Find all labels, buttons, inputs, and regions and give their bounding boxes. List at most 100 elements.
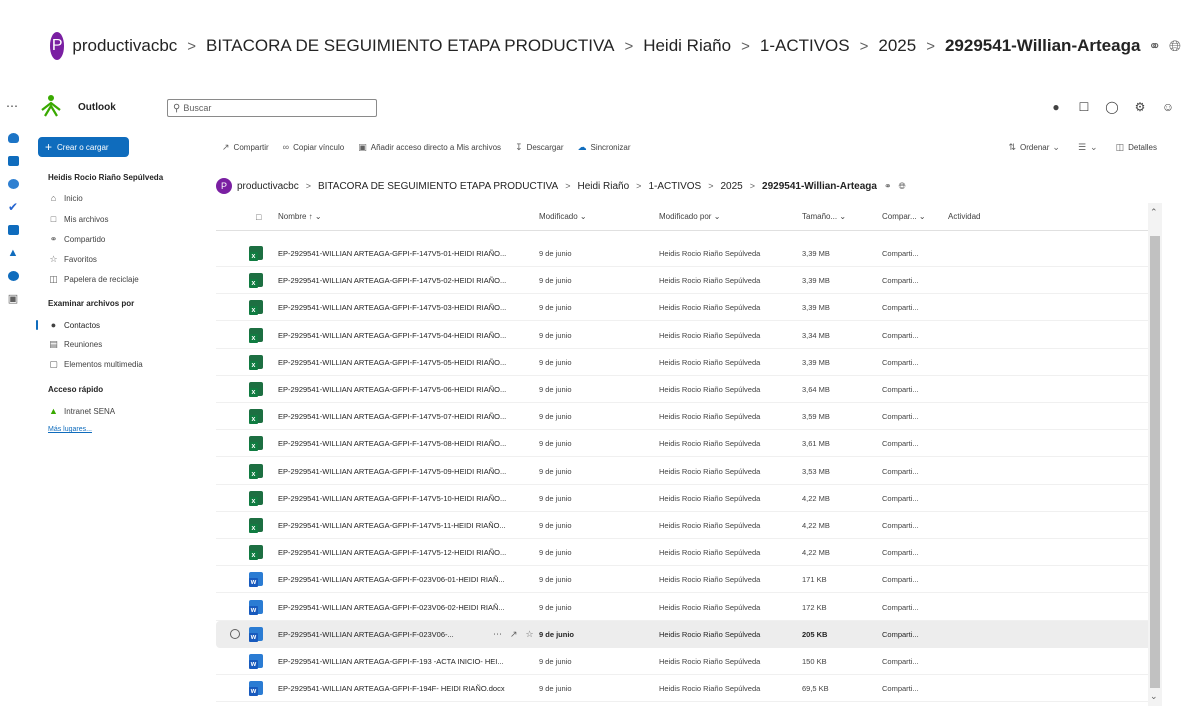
share-icon[interactable]: ↗ <box>510 629 518 640</box>
column-header-size[interactable]: Tamaño... ⌄ <box>802 212 846 221</box>
add-shortcut-button[interactable]: ▣ Añadir acceso directo a Mis archivos <box>358 142 501 153</box>
file-name[interactable]: EP-2929541-WILLIAN ARTEAGA-GFPI-F-147V5-… <box>278 276 506 285</box>
nav-item-home[interactable]: ⌂ Inicio <box>48 193 83 203</box>
file-name[interactable]: EP-2929541-WILLIAN ARTEAGA-GFPI-F-023V06… <box>278 575 505 584</box>
file-row[interactable]: EP-2929541-WILLIAN ARTEAGA-GFPI-F-194F- … <box>216 675 1160 703</box>
scrollbar-thumb[interactable] <box>1150 236 1160 688</box>
breadcrumb-item[interactable]: 1-ACTIVOS <box>760 36 850 56</box>
app-name[interactable]: Outlook <box>78 102 116 113</box>
breadcrumb-separator: > <box>749 181 756 191</box>
file-name[interactable]: EP-2929541-WILLIAN ARTEAGA-GFPI-F-147V5-… <box>278 412 506 421</box>
sort-button[interactable]: ⇅ Ordenar ⌄ <box>1009 142 1064 153</box>
onedrive-icon[interactable] <box>0 126 26 149</box>
chevron-up-icon[interactable]: ⌃ <box>1150 207 1158 218</box>
breadcrumb-item[interactable]: Heidi Riaño <box>577 181 629 192</box>
cloud-icon[interactable] <box>0 264 26 287</box>
scrollbar[interactable]: ⌃ ⌄ <box>1148 203 1162 706</box>
nav-item-shared[interactable]: ⚭ Compartido <box>48 234 106 245</box>
file-name[interactable]: EP-2929541-WILLIAN ARTEAGA-GFPI-F-147V5-… <box>278 385 506 394</box>
column-header-name[interactable]: Nombre ↑ ⌄ <box>278 212 322 221</box>
mail-icon[interactable] <box>0 149 26 172</box>
file-row[interactable]: EP-2929541-WILLIAN ARTEAGA-GFPI-F-023V06… <box>216 594 1160 621</box>
breadcrumb-item[interactable]: Heidi Riaño <box>643 36 731 56</box>
file-name[interactable]: EP-2929541-WILLIAN ARTEAGA-GFPI-F-194F- … <box>278 684 505 693</box>
file-name[interactable]: EP-2929541-WILLIAN ARTEAGA-GFPI-F-147V5-… <box>278 548 506 557</box>
nav-item-media[interactable]: ▢ Elementos multimedia <box>48 359 142 370</box>
file-name[interactable]: EP-2929541-WILLIAN ARTEAGA-GFPI-F-147V5-… <box>278 494 506 503</box>
file-name[interactable]: EP-2929541-WILLIAN ARTEAGA-GFPI-F-023V06… <box>278 630 454 639</box>
gear-icon[interactable]: ⚙ <box>1133 100 1147 114</box>
file-row[interactable]: EP-2929541-WILLIAN ARTEAGA-GFPI-F-147V5-… <box>216 376 1160 403</box>
chat-icon[interactable]: ☐ <box>1077 100 1091 114</box>
file-name[interactable]: EP-2929541-WILLIAN ARTEAGA-GFPI-F-147V5-… <box>278 331 506 340</box>
file-row[interactable]: EP-2929541-WILLIAN ARTEAGA-GFPI-F-147V5-… <box>216 458 1160 485</box>
nav-item-favorites[interactable]: ☆ Favoritos <box>48 254 96 265</box>
nav-item-recycle-bin[interactable]: ◫ Papelera de reciclaje <box>48 274 138 285</box>
breadcrumb-item[interactable]: 1-ACTIVOS <box>648 181 701 192</box>
column-header-activity[interactable]: Actividad <box>948 212 980 221</box>
apps-icon[interactable]: ▣ <box>0 287 26 310</box>
nav-item-intranet-sena[interactable]: ▲ Intranet SENA <box>48 406 115 416</box>
file-name[interactable]: EP-2929541-WILLIAN ARTEAGA-GFPI-F-147V5-… <box>278 249 506 258</box>
file-name[interactable]: EP-2929541-WILLIAN ARTEAGA-GFPI-F-147V5-… <box>278 439 506 448</box>
file-row[interactable]: EP-2929541-WILLIAN ARTEAGA-GFPI-F-147V5-… <box>216 240 1160 267</box>
file-row[interactable]: EP-2929541-WILLIAN ARTEAGA-GFPI-F-023V06… <box>216 620 1160 648</box>
file-row[interactable]: EP-2929541-WILLIAN ARTEAGA-GFPI-F-147V5-… <box>216 349 1160 376</box>
file-name[interactable]: EP-2929541-WILLIAN ARTEAGA-GFPI-F-147V5-… <box>278 467 506 476</box>
file-row[interactable]: EP-2929541-WILLIAN ARTEAGA-GFPI-F-023V06… <box>216 566 1160 594</box>
breadcrumb-item[interactable]: productivacbc <box>72 36 177 56</box>
todo-icon[interactable]: ✔ <box>0 195 26 218</box>
file-row[interactable]: EP-2929541-WILLIAN ARTEAGA-GFPI-F-147V5-… <box>216 294 1160 322</box>
create-upload-button[interactable]: + Crear o cargar <box>38 137 129 157</box>
file-row[interactable]: EP-2929541-WILLIAN ARTEAGA-GFPI-F-147V5-… <box>216 512 1160 539</box>
nav-item-contacts[interactable]: ● Contactos <box>48 320 100 330</box>
nav-item-meetings[interactable]: ▤ Reuniones <box>48 339 102 350</box>
more-options-icon[interactable]: ⋯ <box>493 629 502 640</box>
file-modified-by: Heidis Rocio Riaño Sepúlveda <box>659 521 761 530</box>
breadcrumb-item[interactable]: BITACORA DE SEGUIMIENTO ETAPA PRODUCTIVA <box>206 36 614 56</box>
org-icon[interactable]: ▲ <box>0 241 26 264</box>
people-app-icon[interactable] <box>0 172 26 195</box>
file-row[interactable]: EP-2929541-WILLIAN ARTEAGA-GFPI-F-147V5-… <box>216 403 1160 431</box>
breadcrumb-item[interactable]: BITACORA DE SEGUIMIENTO ETAPA PRODUCTIVA <box>318 181 558 192</box>
file-row[interactable]: EP-2929541-WILLIAN ARTEAGA-GFPI-F-193 -A… <box>216 648 1160 675</box>
copilot-icon[interactable]: ● <box>1049 100 1063 114</box>
plus-icon: + <box>45 140 53 154</box>
search-input[interactable]: ⚲ Buscar <box>167 99 377 117</box>
file-name[interactable]: EP-2929541-WILLIAN ARTEAGA-GFPI-F-193 -A… <box>278 657 504 666</box>
chevron-down-icon[interactable]: ⌄ <box>1150 691 1158 702</box>
site-avatar[interactable]: P <box>50 32 65 60</box>
breadcrumb-separator: > <box>624 37 634 55</box>
breadcrumb-item[interactable]: productivacbc <box>237 181 299 192</box>
file-name[interactable]: EP-2929541-WILLIAN ARTEAGA-GFPI-F-147V5-… <box>278 358 506 367</box>
breadcrumb-item[interactable]: 2025 <box>878 36 916 56</box>
file-row[interactable]: EP-2929541-WILLIAN ARTEAGA-GFPI-F-147V5-… <box>216 267 1160 295</box>
copy-link-button[interactable]: ∞ Copiar vínculo <box>283 142 345 152</box>
share-button[interactable]: ↗ Compartir <box>222 142 269 153</box>
column-header-modified[interactable]: Modificado ⌄ <box>539 212 587 221</box>
file-row[interactable]: EP-2929541-WILLIAN ARTEAGA-GFPI-F-147V5-… <box>216 539 1160 567</box>
file-row[interactable]: EP-2929541-WILLIAN ARTEAGA-GFPI-F-147V5-… <box>216 485 1160 512</box>
nav-item-my-files[interactable]: □ Mis archivos <box>48 214 109 224</box>
app-launcher-icon[interactable]: ⋯ <box>6 99 18 113</box>
file-name[interactable]: EP-2929541-WILLIAN ARTEAGA-GFPI-F-147V5-… <box>278 303 506 312</box>
star-icon[interactable]: ☆ <box>526 629 534 640</box>
file-row[interactable]: EP-2929541-WILLIAN ARTEAGA-GFPI-F-147V5-… <box>216 322 1160 349</box>
column-header-sharing[interactable]: Compar... ⌄ <box>882 212 926 221</box>
word-file-icon <box>249 681 263 697</box>
account-icon[interactable]: ☺ <box>1161 100 1175 114</box>
download-button[interactable]: ↧ Descargar <box>515 142 563 153</box>
row-select-radio[interactable] <box>230 628 240 639</box>
site-avatar[interactable]: P <box>216 178 232 194</box>
more-places-link[interactable]: Más lugares... <box>48 426 92 433</box>
calendar-app-icon[interactable] <box>0 218 26 241</box>
breadcrumb-item[interactable]: 2025 <box>721 181 743 192</box>
sync-button[interactable]: ☁ Sincronizar <box>577 142 630 153</box>
file-name[interactable]: EP-2929541-WILLIAN ARTEAGA-GFPI-F-147V5-… <box>278 521 506 530</box>
column-header-modified-by[interactable]: Modificado por ⌄ <box>659 212 720 221</box>
bell-icon[interactable]: ◯ <box>1105 100 1119 114</box>
file-row[interactable]: EP-2929541-WILLIAN ARTEAGA-GFPI-F-147V5-… <box>216 430 1160 458</box>
file-name[interactable]: EP-2929541-WILLIAN ARTEAGA-GFPI-F-023V06… <box>278 603 505 612</box>
details-button[interactable]: ◫ Detalles <box>1116 142 1157 153</box>
view-options-button[interactable]: ☰ ⌄ <box>1078 142 1102 153</box>
